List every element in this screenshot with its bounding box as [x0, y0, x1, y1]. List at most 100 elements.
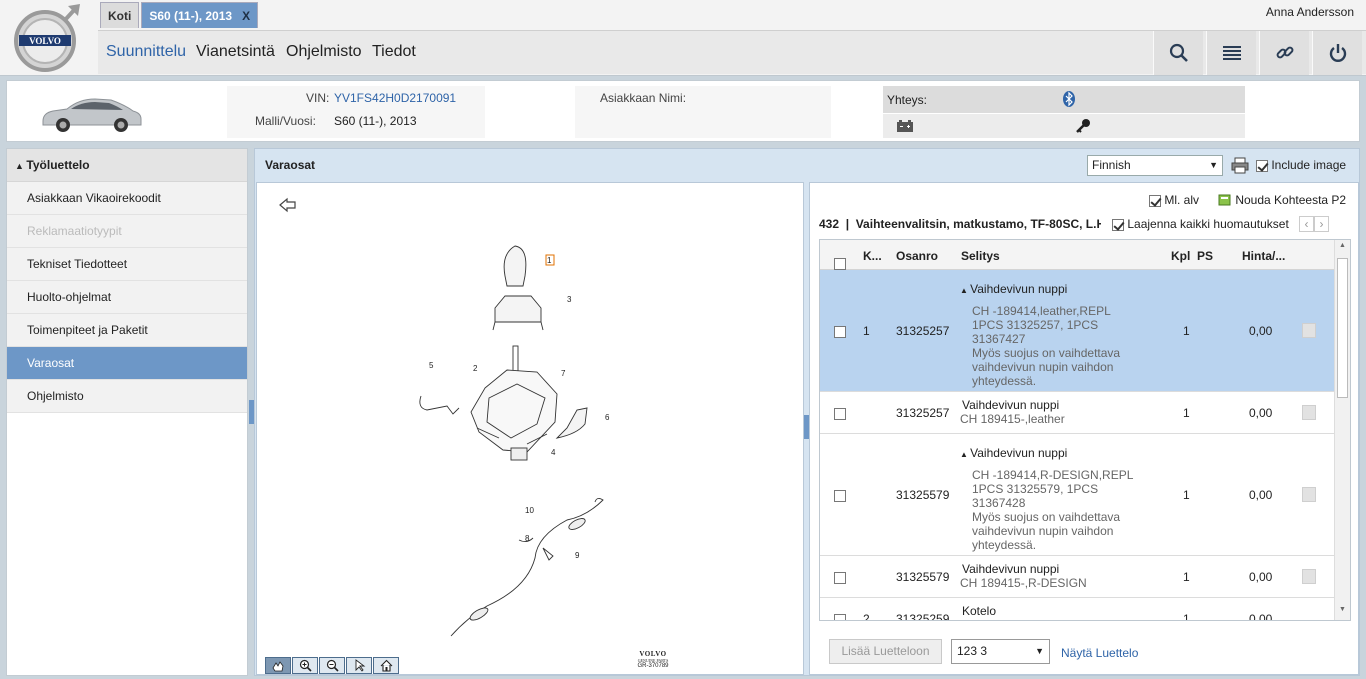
row-checkbox[interactable] — [834, 407, 846, 420]
col-description[interactable]: Selitys — [961, 249, 1000, 263]
vin-label: VIN: — [306, 91, 330, 105]
include-image-checkbox[interactable] — [1256, 159, 1268, 172]
search-icon — [1169, 43, 1188, 62]
link-icon — [1276, 46, 1293, 59]
link-button[interactable] — [1259, 31, 1309, 75]
col-k[interactable]: K... — [863, 249, 882, 263]
language-select[interactable]: Finnish ▼ — [1087, 155, 1223, 176]
select-tool[interactable] — [346, 657, 372, 674]
scroll-down-icon[interactable]: ▼ — [1339, 606, 1346, 613]
callout-7[interactable]: 7 — [561, 369, 566, 378]
volvo-logo[interactable]: VOLVO — [10, 3, 82, 73]
nav-vianetsinta[interactable]: Vianetsintä — [196, 43, 275, 61]
work-list-header[interactable]: ▲ Työluettelo — [7, 149, 247, 182]
list-button[interactable] — [1206, 31, 1256, 75]
callout-9[interactable]: 9 — [575, 551, 580, 560]
key-icon — [1076, 119, 1090, 133]
callout-6[interactable]: 6 — [605, 413, 610, 422]
row-checkbox[interactable] — [834, 613, 846, 620]
row-price: 0,00 — [1249, 488, 1273, 502]
back-arrow-icon[interactable] — [279, 197, 297, 213]
home-view-tool[interactable] — [373, 657, 399, 674]
incl-vat-checkbox[interactable] — [1149, 194, 1161, 207]
tab-vehicle[interactable]: S60 (11-), 2013 X — [141, 2, 259, 28]
row-k: 2 — [863, 612, 870, 621]
expand-icon[interactable]: ▲ — [960, 450, 970, 459]
sidebar-item-software[interactable]: Ohjelmisto — [7, 380, 247, 413]
table-row[interactable]: 1 31325257 ▲ Vaihdevivun nuppi CH -18941… — [820, 270, 1334, 392]
row-qty: 1 — [1183, 570, 1190, 584]
row-k: 1 — [863, 324, 870, 338]
fetch-link[interactable]: Nouda Kohteesta P2 — [1235, 193, 1346, 207]
col-price[interactable]: Hinta/... — [1242, 249, 1285, 263]
callout-3[interactable]: 3 — [567, 295, 572, 304]
nav-ohjelmisto[interactable]: Ohjelmisto — [286, 43, 362, 61]
note-icon[interactable] — [1302, 405, 1316, 420]
callout-1[interactable]: 1 — [547, 256, 552, 265]
pan-tool[interactable] — [265, 657, 291, 674]
sidebar-item-service-programs[interactable]: Huolto-ohjelmat — [7, 281, 247, 314]
close-tab-icon[interactable]: X — [242, 9, 250, 23]
callout-2[interactable]: 2 — [473, 364, 478, 373]
expand-icon[interactable]: ▲ — [960, 286, 970, 295]
callout-4[interactable]: 4 — [551, 448, 556, 457]
col-part-number[interactable]: Osanro — [896, 249, 938, 263]
power-button[interactable] — [1312, 31, 1362, 75]
note-icon[interactable] — [1302, 569, 1316, 584]
next-group-button[interactable]: › — [1314, 216, 1329, 232]
model-label: Malli/Vuosi: — [255, 114, 316, 128]
sidebar-item-operations[interactable]: Toimenpiteet ja Paketit — [7, 314, 247, 347]
zoom-in-icon — [299, 659, 312, 672]
show-list-link[interactable]: Näytä Luettelo — [1061, 646, 1138, 660]
connection-box: Yhteys: — [883, 86, 1245, 138]
row-qty: 1 — [1183, 488, 1190, 502]
row-part-number: 31325259 — [896, 612, 950, 621]
table-row[interactable]: 31325579 ▲ Vaihdevivun nuppi CH -189414,… — [820, 434, 1334, 556]
scroll-up-icon[interactable]: ▲ — [1339, 242, 1346, 249]
add-to-list-button[interactable]: Lisää Luetteloon — [829, 639, 942, 664]
parts-diagram[interactable]: 1 2 3 4 5 6 7 8 9 10 VOLVO GENUINE PARTS… — [256, 182, 804, 675]
col-qty[interactable]: Kpl — [1171, 249, 1190, 263]
zoom-in-tool[interactable] — [292, 657, 318, 674]
vin-value[interactable]: YV1FS42H0D2170091 — [334, 91, 456, 105]
sidebar-item-fault-codes[interactable]: Asiakkaan Vikaoirekoodit — [7, 182, 247, 215]
row-checkbox[interactable] — [834, 489, 846, 502]
expand-notes-checkbox[interactable] — [1112, 218, 1124, 231]
zoom-out-tool[interactable] — [319, 657, 345, 674]
search-button[interactable] — [1153, 31, 1203, 75]
callout-5[interactable]: 5 — [429, 361, 434, 370]
nav-suunnittelu[interactable]: Suunnittelu — [106, 43, 186, 61]
table-row[interactable]: 31325579 Vaihdevivun nuppi CH 189415-,R-… — [820, 556, 1334, 598]
row-description: ▲ Vaihdevivun nuppi CH -189414,R-DESIGN,… — [960, 446, 1134, 552]
prev-group-button[interactable]: ‹ — [1299, 216, 1314, 232]
select-all-checkbox[interactable] — [834, 258, 846, 270]
sidebar-item-parts[interactable]: Varaosat — [7, 347, 247, 380]
parts-list-panel: Ml. alv Nouda Kohteesta P2 432 | Vaihtee… — [809, 182, 1359, 675]
row-checkbox[interactable] — [834, 571, 846, 584]
scrollbar-thumb[interactable] — [1337, 258, 1348, 398]
main-nav: Suunnittelu Vianetsintä Ohjelmisto Tiedo… — [98, 30, 1366, 75]
note-icon[interactable] — [1302, 323, 1316, 338]
col-ps[interactable]: PS — [1197, 249, 1213, 263]
tab-home[interactable]: Koti — [100, 2, 140, 28]
nav-tiedot[interactable]: Tiedot — [372, 43, 416, 61]
table-row[interactable]: 31325257 Vaihdevivun nuppi CH 189415-,le… — [820, 392, 1334, 434]
hand-icon — [272, 660, 284, 671]
group-title: 432 | Vaihteenvalitsin, matkustamo, TF-8… — [819, 217, 1101, 231]
row-description: Vaihdevivun nuppi CH 189415-,leather — [960, 398, 1065, 426]
battery-icon — [897, 120, 913, 132]
note-icon[interactable] — [1302, 487, 1316, 502]
row-part-number: 31325579 — [896, 570, 950, 584]
callout-10[interactable]: 10 — [525, 506, 534, 515]
table-scrollbar[interactable]: ▲ ▼ — [1334, 240, 1350, 620]
table-row[interactable]: 2 31325259 Kotelo 1 0,00 — [820, 598, 1334, 621]
car-image — [42, 98, 142, 132]
sidebar-item-bulletins[interactable]: Tekniset Tiedotteet — [7, 248, 247, 281]
callout-8[interactable]: 8 — [525, 534, 530, 543]
user-name: Anna Andersson — [1265, 5, 1354, 19]
list-select[interactable]: 123 3 ▼ — [951, 639, 1050, 664]
print-icon[interactable] — [1231, 157, 1249, 174]
row-part-number: 31325579 — [896, 488, 950, 502]
row-checkbox[interactable] — [834, 325, 846, 338]
work-list-sidebar: ▲ Työluettelo Asiakkaan Vikaoirekoodit R… — [6, 148, 248, 676]
